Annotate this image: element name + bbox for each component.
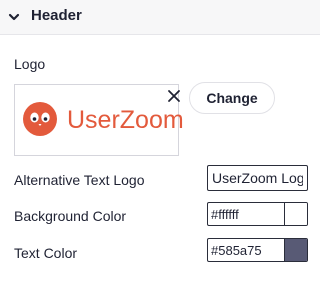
chevron-down-icon[interactable] (8, 11, 20, 23)
text-color-label: Text Color (14, 245, 78, 261)
alt-text-input[interactable] (207, 165, 308, 191)
change-logo-button[interactable]: Change (189, 82, 275, 114)
text-color-input[interactable] (208, 239, 284, 261)
logo-label: Logo (14, 56, 46, 72)
background-color-label: Background Color (14, 208, 127, 224)
header-section-toggle[interactable]: Header (0, 0, 320, 35)
close-icon[interactable] (167, 89, 181, 103)
section-title: Header (31, 7, 82, 24)
background-color-input[interactable] (208, 203, 284, 225)
text-color-field (207, 238, 308, 262)
alt-text-label: Alternative Text Logo (14, 172, 145, 188)
background-color-field (207, 202, 308, 226)
header-settings-panel: Header Logo UserZoom Change Alternative … (0, 0, 320, 282)
userzoom-owl-icon (23, 102, 57, 136)
text-color-swatch[interactable] (284, 239, 307, 261)
background-color-swatch[interactable] (284, 203, 307, 225)
logo-brand-text: UserZoom (67, 106, 184, 134)
